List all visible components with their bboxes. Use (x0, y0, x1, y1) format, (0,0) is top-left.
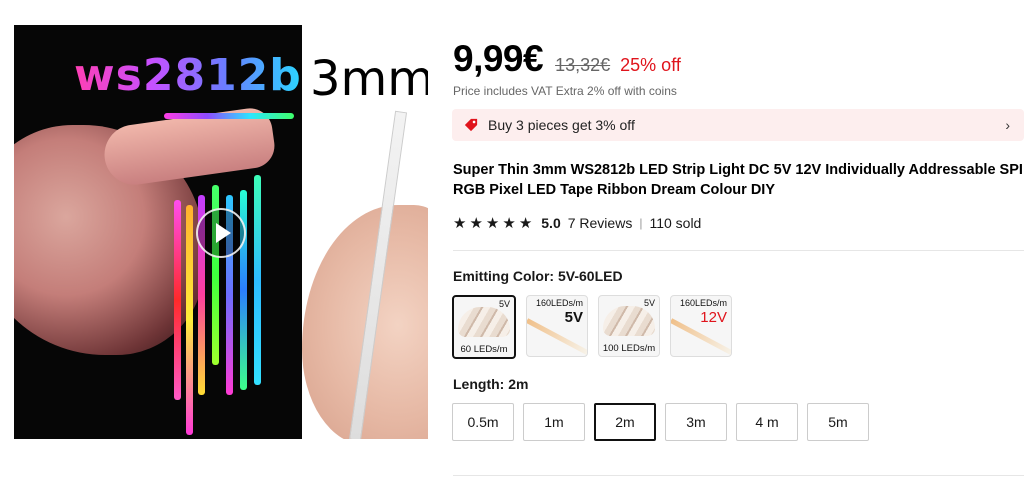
star-icon: ★ (469, 214, 483, 232)
discount-badge: 25% off (620, 55, 681, 75)
chevron-right-icon: › (1005, 117, 1010, 133)
promo-banner[interactable]: Buy 3 pieces get 3% off › (452, 109, 1024, 141)
product-title: Super Thin 3mm WS2812b LED Strip Light D… (453, 162, 1023, 198)
promo-text: Buy 3 pieces get 3% off (488, 117, 635, 133)
video-preview-image[interactable]: ws2812b (14, 25, 302, 439)
led-strip (164, 113, 294, 119)
separator: | (639, 216, 643, 230)
swatch-voltage-text: 12V (700, 309, 727, 326)
price-row: 9,99€ 13,32€ 25% off (453, 38, 681, 80)
swatch-top-text: 5V (498, 299, 510, 309)
swatch-image (603, 306, 655, 336)
length-label: Length: 2m (453, 376, 529, 392)
divider (453, 250, 1024, 251)
length-option-2m[interactable]: 2m (594, 403, 656, 441)
swatch-top-text: 160LEDs/m (679, 298, 727, 308)
swatch-image (458, 307, 510, 337)
rating-row: ★ ★ ★ ★ ★ 5.0 7 Reviews | 110 sold (453, 215, 701, 231)
color-option-5v-60led[interactable]: 5V 60 LEDs/m (452, 295, 516, 359)
current-price: 9,99€ (453, 38, 544, 79)
length-option-4m[interactable]: 4 m (736, 403, 798, 441)
color-option-5v-160led[interactable]: 160LEDs/m 5V (526, 295, 588, 357)
star-icon: ★ (518, 214, 533, 232)
swatch-voltage-text: 5V (564, 309, 583, 326)
led-strip (254, 175, 261, 385)
star-icon: ★ (485, 214, 500, 232)
brand-text: ws2812b (74, 50, 302, 101)
led-strip (174, 200, 181, 400)
length-option-3m[interactable]: 3m (665, 403, 727, 441)
led-strip (186, 205, 193, 435)
swatch-bottom-text: 60 LEDs/m (460, 344, 508, 355)
star-icon: ★ (453, 214, 467, 232)
swatch-top-text: 160LEDs/m (535, 298, 583, 308)
length-options: 0.5m 1m 2m 3m 4 m 5m (452, 403, 869, 441)
length-option-5m[interactable]: 5m (807, 403, 869, 441)
color-option-5v-100led[interactable]: 5V 100 LEDs/m (598, 295, 660, 357)
tag-icon (464, 118, 478, 132)
reviews-link[interactable]: 7 Reviews (568, 215, 633, 231)
color-option-12v-160led[interactable]: 160LEDs/m 12V (670, 295, 732, 357)
divider (453, 475, 1024, 476)
swatch-bottom-text: 100 LEDs/m (602, 343, 656, 354)
product-media[interactable]: ws2812b 3mm (14, 25, 428, 439)
star-icon: ★ (502, 214, 516, 232)
original-price: 13,32€ (555, 55, 611, 75)
length-option-1m[interactable]: 1m (523, 403, 585, 441)
rating-value: 5.0 (541, 215, 561, 231)
color-options: 5V 60 LEDs/m 160LEDs/m 5V 5V 100 LEDs/m … (452, 295, 732, 359)
swatch-top-text: 5V (643, 298, 655, 308)
star-rating: ★ ★ ★ ★ ★ (453, 216, 532, 231)
length-option-0-5m[interactable]: 0.5m (452, 403, 514, 441)
sold-count: 110 sold (649, 215, 702, 231)
vat-note: Price includes VAT Extra 2% off with coi… (453, 84, 677, 98)
size-text: 3mm (310, 51, 428, 107)
color-label: Emitting Color: 5V-60LED (453, 268, 623, 284)
play-icon[interactable] (196, 208, 246, 258)
